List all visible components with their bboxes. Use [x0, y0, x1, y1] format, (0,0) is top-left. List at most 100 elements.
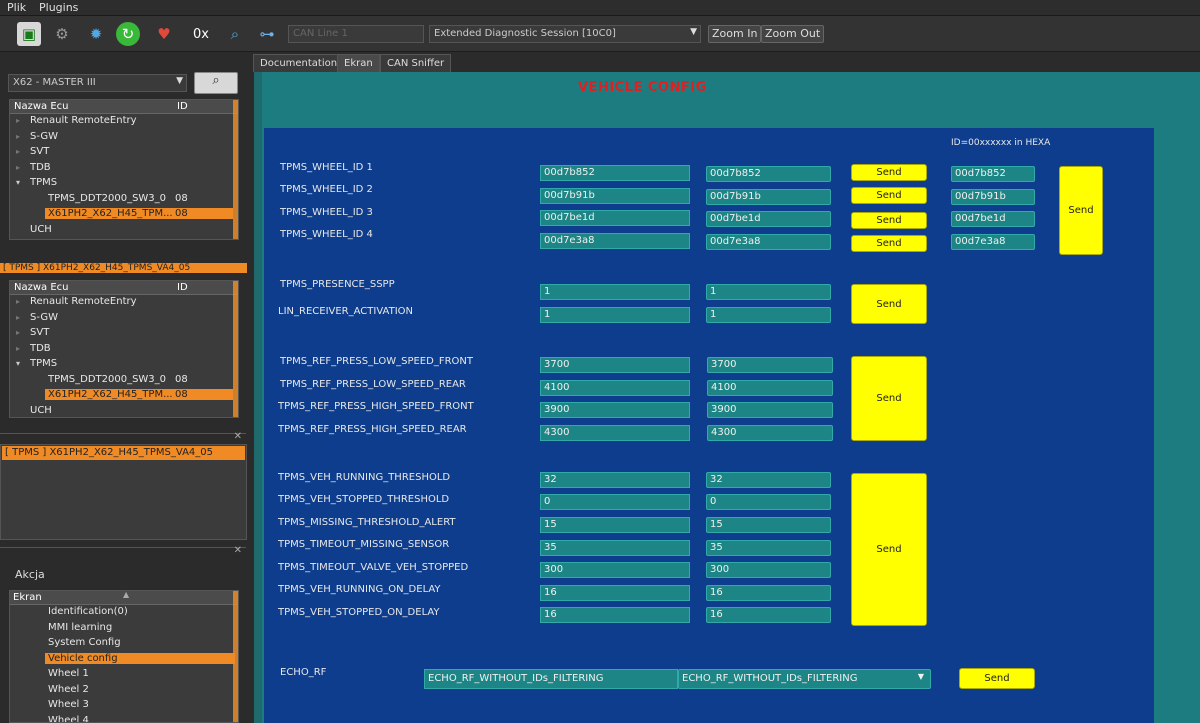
actions-scrollbar[interactable]	[233, 591, 238, 722]
new-value-input[interactable]: 35	[706, 540, 831, 556]
engine-icon[interactable]: ⚙	[50, 22, 74, 46]
send-hex-button[interactable]: Send	[1059, 166, 1103, 255]
refresh-icon[interactable]: ↻	[116, 22, 140, 46]
tree-item[interactable]: ▸ Renault RemoteEntry	[10, 295, 238, 311]
current-value: ECHO_RF_WITHOUT_IDs_FILTERING	[424, 669, 678, 689]
hex-value-input[interactable]: 00d7b91b	[951, 189, 1035, 205]
new-value-input[interactable]: 1	[706, 284, 831, 300]
current-value: 00d7b852	[540, 165, 690, 181]
sort-up-icon: ▲	[123, 590, 130, 599]
tree-item[interactable]: ▸ S-GW	[10, 311, 238, 327]
send-button[interactable]: Send	[851, 164, 927, 181]
new-value-input[interactable]: 300	[706, 562, 831, 578]
send-button[interactable]: Send	[851, 235, 927, 252]
tree-scrollbar[interactable]	[233, 100, 238, 239]
param-label: TPMS_WHEEL_ID 1	[280, 162, 373, 173]
tree-item[interactable]: ▸ TDB	[10, 342, 238, 358]
zoom-out-button[interactable]: Zoom Out	[761, 25, 825, 43]
tree-item-selected[interactable]: X61PH2_X62_H45_TPM... 08	[10, 207, 238, 223]
param-label: TPMS_VEH_STOPPED_ON_DELAY	[278, 607, 440, 618]
new-value-input[interactable]: 15	[706, 517, 831, 533]
plug-icon[interactable]: ⊶	[255, 22, 279, 46]
new-value-input[interactable]: 00d7e3a8	[706, 234, 831, 250]
left-panel: X62 - MASTER III ▼ ⌕ Nazwa Ecu ID ▸ Renau…	[0, 52, 250, 723]
tree-header: Nazwa Ecu ID	[10, 100, 238, 114]
tab-documentation[interactable]: Documentation	[253, 54, 345, 72]
param-label: TPMS_VEH_RUNNING_THRESHOLD	[278, 472, 451, 483]
monitor-icon[interactable]: ▣	[17, 22, 41, 46]
close-icon[interactable]: ✕	[234, 431, 242, 442]
can-line-select[interactable]: CAN Line 1	[288, 25, 424, 43]
search-ecu-button[interactable]: ⌕	[194, 72, 238, 94]
tree-item[interactable]: ▸ TDB	[10, 161, 238, 177]
session-select[interactable]: Extended Diagnostic Session [10C0] ▼	[429, 25, 701, 43]
param-label: TPMS_REF_PRESS_HIGH_SPEED_REAR	[278, 424, 467, 435]
hex-value-input[interactable]: 00d7be1d	[951, 211, 1035, 227]
param-label: TPMS_WHEEL_ID 2	[280, 184, 373, 195]
tree-item[interactable]: ▾ TPMS	[10, 357, 238, 373]
new-value-input[interactable]: 3700	[707, 357, 833, 373]
tree-item[interactable]: ▾ TPMS	[10, 176, 238, 192]
search-can-icon[interactable]: ⌕	[223, 22, 247, 46]
hex-icon[interactable]: 0x	[189, 22, 213, 46]
current-value: 1	[540, 307, 690, 323]
new-value-input[interactable]: 1	[706, 307, 831, 323]
tab-ekran[interactable]: Ekran	[337, 54, 380, 72]
action-item-selected[interactable]: Vehicle config	[10, 652, 238, 668]
new-value-input[interactable]: 00d7b852	[706, 166, 831, 182]
tree-item[interactable]: ▸ SVT	[10, 326, 238, 342]
hex-value-input[interactable]: 00d7b852	[951, 166, 1035, 182]
tree-item[interactable]: TPMS_DDT2000_SW3_0 08	[10, 192, 238, 208]
new-value-input[interactable]: 00d7b91b	[706, 189, 831, 205]
send-button[interactable]: Send	[851, 356, 927, 441]
send-button[interactable]: Send	[851, 187, 927, 204]
tree-item[interactable]: ▸ S-GW	[10, 130, 238, 146]
ecu-tree-2: Nazwa Ecu ID ▸ Renault RemoteEntry ▸ S-GW …	[9, 280, 239, 418]
tab-can-sniffer[interactable]: CAN Sniffer	[380, 54, 452, 72]
action-item[interactable]: Wheel 1	[10, 667, 238, 683]
selected-ecu-bar[interactable]: [ TPMS ] X61PH2_X62_H45_TPMS_VA4_05	[2, 446, 245, 460]
current-value: 35	[540, 540, 690, 556]
menu-bar: Plik Plugins	[0, 0, 1200, 16]
action-item[interactable]: Wheel 4	[10, 714, 238, 723]
tree-item[interactable]: ▸ Renault RemoteEntry	[10, 114, 238, 130]
tree-scrollbar[interactable]	[233, 281, 238, 417]
send-button[interactable]: Send	[851, 473, 927, 626]
tree-item-selected[interactable]: X61PH2_X62_H45_TPM... 08	[10, 388, 238, 404]
echo-rf-select[interactable]: ECHO_RF_WITHOUT_IDs_FILTERING ▼	[678, 669, 931, 689]
send-button[interactable]: Send	[851, 284, 927, 324]
close-icon[interactable]: ✕	[234, 545, 242, 556]
zoom-in-button[interactable]: Zoom In	[708, 25, 762, 43]
vehicle-select[interactable]: X62 - MASTER III ▼	[8, 74, 187, 92]
send-button[interactable]: Send	[959, 668, 1035, 689]
tree-item[interactable]: TPMS_DDT2000_SW3_0 08	[10, 373, 238, 389]
send-button[interactable]: Send	[851, 212, 927, 229]
action-item[interactable]: Wheel 3	[10, 698, 238, 714]
param-label: TPMS_WHEEL_ID 4	[280, 229, 373, 240]
action-item[interactable]: MMI learning	[10, 621, 238, 637]
menu-plugins[interactable]: Plugins	[39, 1, 78, 14]
tree-item[interactable]: UCH	[10, 223, 238, 239]
hex-value-input[interactable]: 00d7e3a8	[951, 234, 1035, 250]
menu-file[interactable]: Plik	[7, 1, 26, 14]
session-value: Extended Diagnostic Session [10C0]	[434, 28, 616, 39]
new-value-input[interactable]: 3900	[707, 402, 833, 418]
tree-item[interactable]: UCH	[10, 404, 238, 418]
current-value: 3900	[540, 402, 690, 418]
new-value-input[interactable]: 16	[706, 607, 831, 623]
action-item[interactable]: Wheel 2	[10, 683, 238, 699]
new-value-input[interactable]: 32	[706, 472, 831, 488]
action-item[interactable]: System Config	[10, 636, 238, 652]
heartbeat-icon[interactable]: ♥	[152, 22, 176, 46]
new-value-input[interactable]: 16	[706, 585, 831, 601]
settings-icon[interactable]: ✹	[84, 22, 108, 46]
new-value-input[interactable]: 00d7be1d	[706, 211, 831, 227]
new-value-input[interactable]: 4300	[707, 425, 833, 441]
toolbar: ▣ ⚙ ✹ ↻ ♥ 0x ⌕ ⊶ CAN Line 1 Extended Dia…	[0, 16, 1200, 52]
tree-item[interactable]: ▸ SVT	[10, 145, 238, 161]
tab-bar: Documentation Ekran CAN Sniffer	[253, 54, 1200, 72]
new-value-input[interactable]: 4100	[707, 380, 833, 396]
param-label: TPMS_REF_PRESS_LOW_SPEED_REAR	[280, 379, 466, 390]
new-value-input[interactable]: 0	[706, 494, 831, 510]
action-item[interactable]: Identification(0)	[10, 605, 238, 621]
